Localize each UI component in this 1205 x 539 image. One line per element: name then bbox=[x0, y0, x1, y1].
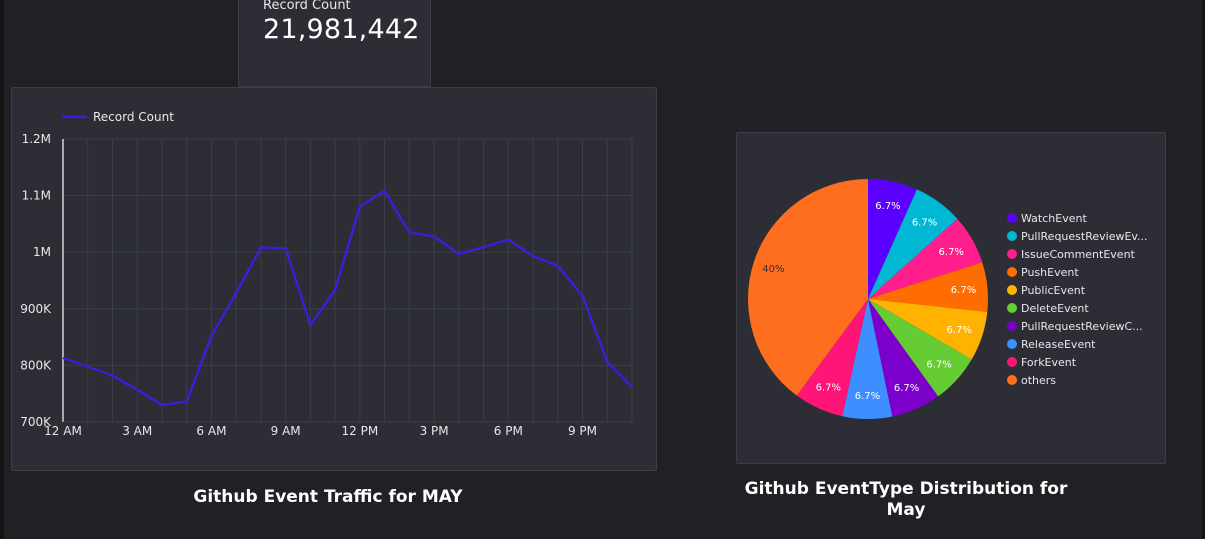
scorecard-value: 21,981,442 bbox=[263, 14, 420, 45]
legend-label[interactable]: IssueCommentEvent bbox=[1021, 248, 1136, 261]
pie-slice-label: 6.7% bbox=[951, 285, 976, 296]
pie-slice-label: 6.7% bbox=[875, 201, 900, 212]
x-tick-label: 6 PM bbox=[494, 424, 523, 438]
legend-swatch bbox=[1007, 231, 1017, 241]
legend-label[interactable]: PublicEvent bbox=[1021, 284, 1086, 297]
legend-swatch bbox=[1007, 249, 1017, 259]
x-tick-label: 6 AM bbox=[196, 424, 226, 438]
dashboard: Record Count 21,981,442 700K 800K 900K 1M 1.… bbox=[0, 0, 1205, 539]
x-tick-label: 12 PM bbox=[342, 424, 379, 438]
legend-swatch bbox=[1007, 213, 1017, 223]
pie-slice-label: 6.7% bbox=[946, 325, 971, 336]
x-tick-label: 3 PM bbox=[420, 424, 449, 438]
data-point[interactable] bbox=[407, 230, 411, 234]
data-point[interactable] bbox=[160, 403, 164, 407]
data-point[interactable] bbox=[61, 356, 65, 360]
legend-label[interactable]: PushEvent bbox=[1021, 266, 1079, 279]
scorecard-label: Record Count bbox=[263, 0, 351, 13]
record-count-scorecard[interactable]: Record Count 21,981,442 bbox=[238, 0, 431, 87]
pie-slice-label: 40% bbox=[762, 264, 784, 275]
legend-label[interactable]: PullRequestReviewEv... bbox=[1021, 230, 1148, 243]
y-tick-label: 1M bbox=[33, 245, 51, 259]
data-point[interactable] bbox=[185, 400, 189, 404]
data-point[interactable] bbox=[630, 385, 634, 389]
data-point[interactable] bbox=[284, 246, 288, 250]
data-point[interactable] bbox=[457, 252, 461, 256]
y-tick-label: 1.2M bbox=[22, 132, 51, 146]
data-point[interactable] bbox=[333, 288, 337, 292]
data-point[interactable] bbox=[506, 238, 510, 242]
data-point[interactable] bbox=[209, 334, 213, 338]
data-point[interactable] bbox=[358, 204, 362, 208]
data-point[interactable] bbox=[110, 374, 114, 378]
data-point[interactable] bbox=[482, 245, 486, 249]
legend-swatch bbox=[1007, 303, 1017, 313]
pie-slice-label: 6.7% bbox=[912, 217, 937, 228]
left-edge bbox=[0, 0, 4, 539]
data-point[interactable] bbox=[86, 365, 90, 369]
x-tick-label: 3 AM bbox=[122, 424, 152, 438]
y-tick-label: 900K bbox=[20, 302, 52, 316]
legend-swatch bbox=[1007, 321, 1017, 331]
legend-swatch bbox=[1007, 285, 1017, 295]
record-count-series-line[interactable] bbox=[62, 189, 633, 407]
pie-slice-label: 6.7% bbox=[939, 247, 964, 258]
legend-label[interactable]: DeleteEvent bbox=[1021, 302, 1089, 315]
y-tick-label: 1.1M bbox=[22, 189, 51, 203]
x-tick-label: 12 AM bbox=[44, 424, 82, 438]
legend-label[interactable]: ReleaseEvent bbox=[1021, 338, 1096, 351]
line-chart-panel[interactable]: 700K 800K 900K 1M 1.1M 1.2M 12 AM 3 AM 6 AM 9 AM 1… bbox=[11, 87, 657, 471]
legend-label[interactable]: Record Count bbox=[93, 110, 174, 124]
legend-label[interactable]: ForkEvent bbox=[1021, 356, 1077, 369]
pie-slice-label: 6.7% bbox=[894, 383, 919, 394]
data-point[interactable] bbox=[556, 264, 560, 268]
legend-swatch bbox=[1007, 339, 1017, 349]
line-chart[interactable]: 700K800K900K1M1.1M1.2M12 AM 3 AM 6 AM 9 AM 1… bbox=[12, 88, 656, 470]
data-point[interactable] bbox=[135, 388, 139, 392]
pie-chart-title: Github EventType Distribution for May bbox=[744, 479, 1068, 520]
x-tick-label: 9 PM bbox=[568, 424, 597, 438]
legend-label[interactable]: others bbox=[1021, 374, 1056, 387]
data-point[interactable] bbox=[605, 360, 609, 364]
legend-swatch bbox=[1007, 267, 1017, 277]
pie-slice-label: 6.7% bbox=[926, 360, 951, 371]
data-point[interactable] bbox=[234, 291, 238, 295]
legend-label[interactable]: PullRequestReviewC... bbox=[1021, 320, 1143, 333]
line-chart-title: Github Event Traffic for MAY bbox=[193, 487, 463, 507]
data-point[interactable] bbox=[259, 246, 263, 250]
legend-label[interactable]: WatchEvent bbox=[1021, 212, 1087, 225]
legend-swatch bbox=[1007, 375, 1017, 385]
data-point[interactable] bbox=[432, 234, 436, 238]
pie-slice-label: 6.7% bbox=[855, 391, 880, 402]
x-tick-label: 9 AM bbox=[271, 424, 301, 438]
data-point[interactable] bbox=[531, 254, 535, 258]
data-point[interactable] bbox=[383, 189, 387, 193]
pie-chart[interactable]: 6.7% 6.7% 6.7% 6.7% 6.7% 6.7% 6.7% 6.7% 6.7% 40% W… bbox=[737, 133, 1165, 463]
legend-swatch bbox=[1007, 357, 1017, 367]
data-point[interactable] bbox=[308, 323, 312, 327]
pie-slice-label: 6.7% bbox=[816, 382, 841, 393]
pie-chart-panel[interactable]: 6.7% 6.7% 6.7% 6.7% 6.7% 6.7% 6.7% 6.7% 6.7% 40% W… bbox=[736, 132, 1166, 464]
y-tick-label: 800K bbox=[20, 358, 52, 372]
data-point[interactable] bbox=[581, 294, 585, 298]
